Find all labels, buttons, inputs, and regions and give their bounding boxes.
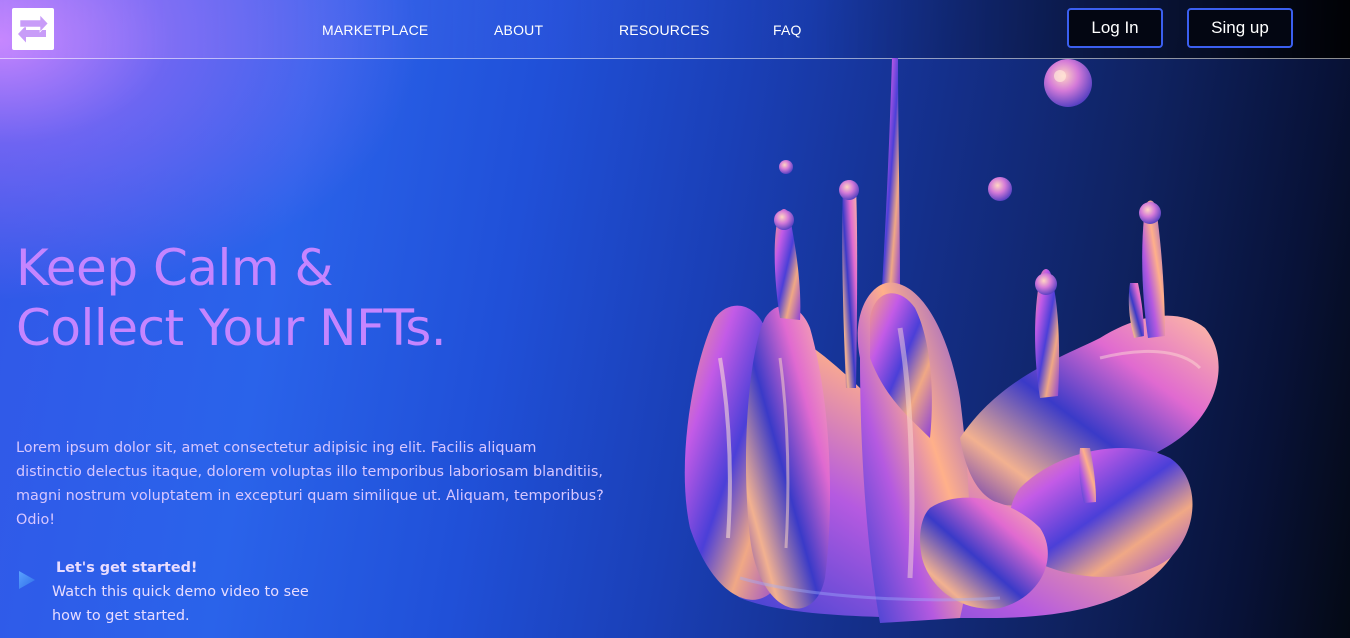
nav-faq[interactable]: FAQ (773, 20, 802, 40)
hero-title-line-1: Keep Calm & (16, 239, 334, 297)
demo-video-cta[interactable]: Let's get started! Watch this quick demo… (16, 556, 336, 632)
login-button[interactable]: Log In (1067, 8, 1163, 48)
hero-title: Keep Calm & Collect Your NFTs. (16, 238, 447, 358)
nav-resources[interactable]: RESOURCES (619, 20, 709, 40)
cta-title: Let's get started! (56, 560, 198, 576)
play-icon[interactable] (18, 570, 36, 590)
nav-about[interactable]: ABOUT (494, 20, 543, 40)
nft-liquid-sculpture-image (684, 58, 1219, 623)
signup-button[interactable]: Sing up (1187, 8, 1293, 48)
top-navigation-bar: MARKETPLACE ABOUT RESOURCES FAQ Log In S… (0, 0, 1350, 59)
nav-marketplace[interactable]: MARKETPLACE (322, 20, 428, 40)
hero-description: Lorem ipsum dolor sit, amet consectetur … (16, 440, 604, 528)
hero-title-line-2: Collect Your NFTs. (16, 299, 447, 357)
cta-text: Watch this quick demo video to see how t… (52, 584, 309, 624)
logo-icon[interactable] (12, 8, 54, 50)
